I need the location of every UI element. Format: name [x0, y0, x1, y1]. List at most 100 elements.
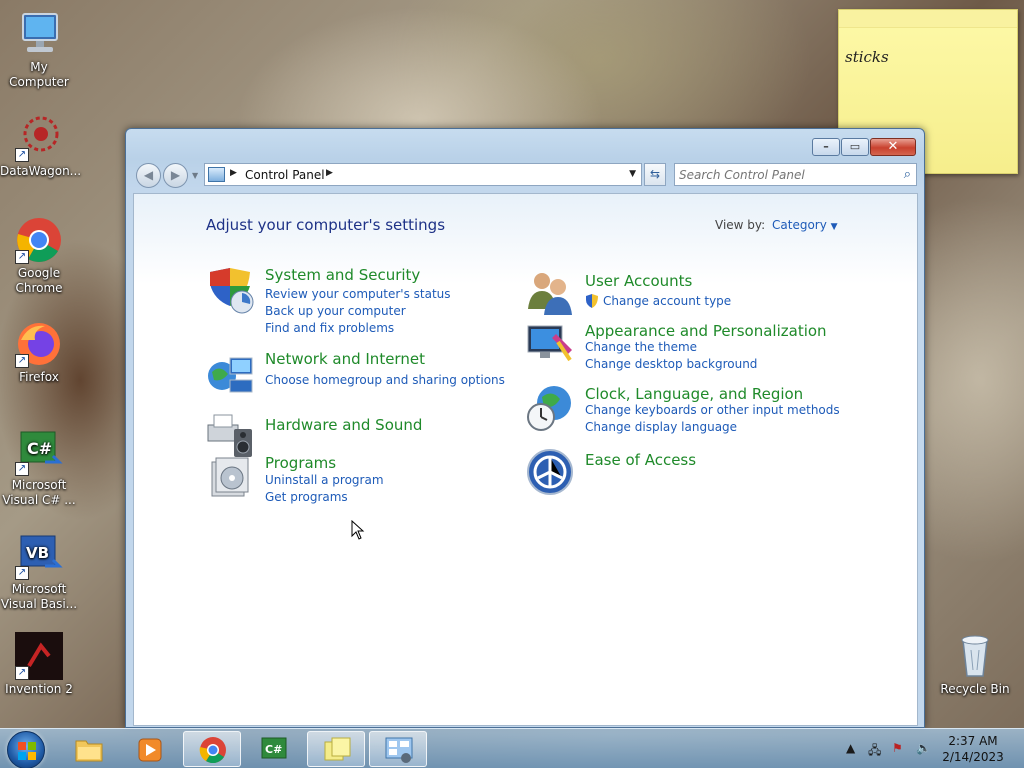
- network-icon[interactable]: 🖧: [868, 741, 881, 762]
- change-account-type-link[interactable]: Change account type: [603, 294, 731, 308]
- user-accounts-link[interactable]: User Accounts: [585, 272, 692, 290]
- volume-icon[interactable]: 🔈: [916, 741, 931, 755]
- control-panel-content: Adjust your computer's settings View by:…: [133, 193, 918, 726]
- svg-text:C#: C#: [265, 743, 282, 756]
- clock-time: 2:37 AM: [948, 734, 998, 748]
- network-internet-link[interactable]: Network and Internet: [265, 350, 425, 368]
- programs-disc-icon: [206, 454, 256, 504]
- clock-globe-icon: [526, 383, 576, 433]
- recycle-bin-icon: [951, 632, 999, 680]
- taskbar-chrome-button[interactable]: [183, 731, 241, 767]
- address-bar[interactable]: ▶ Control Panel ▶ ▼: [204, 163, 642, 186]
- desktop-icon-label: Microsoft Visual C# ...: [2, 478, 76, 507]
- chrome-icon: [199, 737, 226, 764]
- desktop-icon-recycle-bin[interactable]: Recycle Bin: [936, 632, 1014, 697]
- clock-language-region-link[interactable]: Clock, Language, and Region: [585, 385, 803, 403]
- shortcut-arrow-icon: ↗: [15, 566, 29, 580]
- taskbar: C# ▲ 🖧 ⚑ 🔈 2:37 AM 2/14/2023: [0, 728, 1024, 768]
- show-hidden-icons-icon[interactable]: ▲: [846, 741, 855, 755]
- get-programs-link[interactable]: Get programs: [265, 490, 348, 504]
- control-panel-window[interactable]: – ▭ ✕ ◀ ▶ ▼ ▶ Control Panel ▶ ▼ ⇆ ⌕ Adju…: [125, 128, 925, 728]
- system-security-link[interactable]: System and Security: [265, 266, 420, 284]
- breadcrumb-chevron-icon[interactable]: ▶: [230, 168, 237, 178]
- shortcut-arrow-icon: ↗: [15, 148, 29, 162]
- sticky-notes-icon: [324, 737, 351, 761]
- folder-icon: [75, 740, 103, 762]
- media-player-icon: [138, 738, 162, 762]
- taskbar-sticky-notes-button[interactable]: [307, 731, 365, 767]
- category-clock-language-region: Clock, Language, and Region Change keybo…: [526, 383, 846, 435]
- datawagon-icon: ↗: [15, 114, 63, 162]
- mouse-cursor-icon: [351, 519, 365, 540]
- change-desktop-background-link[interactable]: Change desktop background: [585, 357, 757, 371]
- view-by-dropdown[interactable]: Category ▼: [772, 218, 838, 232]
- ease-of-access-link[interactable]: Ease of Access: [585, 451, 696, 469]
- svg-text:VB: VB: [26, 544, 49, 562]
- sticky-note-header[interactable]: [839, 10, 1017, 28]
- ease-of-access-icon: [526, 448, 576, 498]
- users-icon: [526, 269, 576, 319]
- desktop-icon-my-computer[interactable]: My Computer: [0, 10, 78, 90]
- category-user-accounts: User Accounts Change account type: [526, 269, 846, 315]
- taskbar-clock[interactable]: 2:37 AM 2/14/2023: [930, 733, 1016, 765]
- programs-link[interactable]: Programs: [265, 454, 336, 472]
- refresh-icon: ⇆: [649, 167, 661, 181]
- desktop-icon-visual-basic[interactable]: VB ↗ Microsoft Visual Basi...: [0, 532, 78, 612]
- firefox-icon: ↗: [15, 320, 63, 368]
- backup-link[interactable]: Back up your computer: [265, 304, 406, 318]
- back-arrow-icon: ◀: [143, 168, 154, 182]
- taskbar-explorer-button[interactable]: [60, 731, 118, 767]
- change-display-language-link[interactable]: Change display language: [585, 420, 737, 434]
- recent-pages-dropdown-icon[interactable]: ▼: [192, 171, 198, 180]
- minimize-button[interactable]: –: [812, 138, 840, 156]
- visual-csharp-icon: C# ↗: [15, 428, 63, 476]
- desktop-icon-google-chrome[interactable]: ↗ Google Chrome: [0, 216, 78, 296]
- maximize-icon: ▭: [849, 140, 861, 153]
- appearance-personalization-link[interactable]: Appearance and Personalization: [585, 322, 827, 340]
- change-theme-link[interactable]: Change the theme: [585, 340, 697, 354]
- forward-button[interactable]: ▶: [163, 163, 188, 188]
- desktop-icon-label: Recycle Bin: [940, 682, 1010, 696]
- review-status-link[interactable]: Review your computer's status: [265, 287, 451, 301]
- taskbar-media-player-button[interactable]: [121, 731, 179, 767]
- desktop-icon-invention-2[interactable]: ↗ Invention 2: [0, 632, 78, 697]
- computer-icon: [15, 10, 63, 58]
- desktop-icon-label: DataWagon...: [0, 164, 82, 178]
- address-dropdown-icon[interactable]: ▼: [629, 169, 636, 179]
- maximize-button[interactable]: ▭: [841, 138, 869, 156]
- security-shield-icon: [206, 266, 256, 316]
- category-system-security: System and Security Review your computer…: [206, 266, 506, 336]
- svg-text:C#: C#: [27, 439, 52, 458]
- refresh-button[interactable]: ⇆: [644, 163, 666, 186]
- search-box[interactable]: ⌕: [674, 163, 917, 186]
- window-controls: – ▭ ✕: [812, 138, 916, 156]
- breadcrumb-control-panel[interactable]: Control Panel: [245, 168, 325, 182]
- search-input[interactable]: [679, 165, 889, 185]
- category-ease-of-access: Ease of Access: [526, 448, 846, 498]
- search-icon[interactable]: ⌕: [904, 167, 911, 182]
- breadcrumb-chevron-icon[interactable]: ▶: [326, 168, 333, 178]
- desktop-icon-label: Google Chrome: [15, 266, 63, 295]
- action-center-flag-icon[interactable]: ⚑: [892, 741, 903, 755]
- desktop-icon-visual-csharp[interactable]: C# ↗ Microsoft Visual C# ...: [0, 428, 78, 508]
- homegroup-sharing-link[interactable]: Choose homegroup and sharing options: [265, 373, 505, 387]
- close-button[interactable]: ✕: [870, 138, 916, 156]
- back-button[interactable]: ◀: [136, 163, 161, 188]
- sticky-note-text[interactable]: sticks: [845, 48, 889, 66]
- start-button[interactable]: [7, 731, 45, 768]
- change-keyboards-link[interactable]: Change keyboards or other input methods: [585, 403, 840, 417]
- uninstall-program-link[interactable]: Uninstall a program: [265, 473, 384, 487]
- desktop-icon-datawagon[interactable]: ↗ DataWagon...: [0, 114, 82, 179]
- category-network-internet: Network and Internet Choose homegroup an…: [206, 350, 506, 396]
- taskbar-control-panel-button[interactable]: [369, 731, 427, 767]
- taskbar-visual-csharp-button[interactable]: C#: [245, 731, 303, 767]
- desktop-icon-label: Microsoft Visual Basi...: [0, 582, 78, 611]
- hardware-sound-link[interactable]: Hardware and Sound: [265, 416, 422, 434]
- invention-icon: ↗: [15, 632, 63, 680]
- desktop-icon-label: Invention 2: [5, 682, 73, 696]
- desktop-icon-firefox[interactable]: ↗ Firefox: [0, 320, 78, 385]
- control-panel-icon: [385, 737, 413, 763]
- uac-shield-icon: [585, 294, 599, 309]
- find-fix-problems-link[interactable]: Find and fix problems: [265, 321, 394, 335]
- visual-basic-icon: VB ↗: [15, 532, 63, 580]
